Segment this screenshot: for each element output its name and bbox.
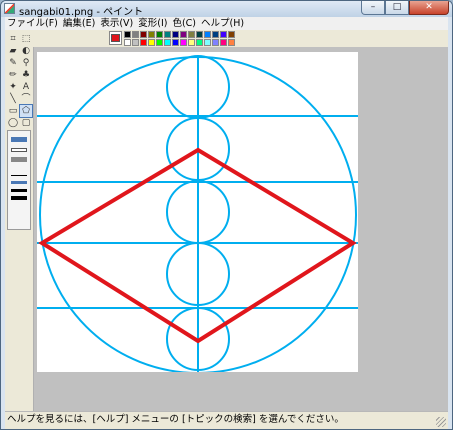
palette-swatch[interactable] [156,31,163,38]
status-bar: ヘルプを見るには、[ヘルプ] メニューの [トピックの検索] を選んでください。 [5,411,448,429]
tool-options-panel[interactable] [7,130,31,230]
palette-swatch[interactable] [196,31,203,38]
menu-file[interactable]: ファイル(F) [5,17,61,30]
window-title: sangabi01.png - ペイント [19,7,144,18]
title-bar[interactable]: sangabi01.png - ペイント – □ ✕ [1,1,452,18]
palette-swatch[interactable] [196,39,203,46]
palette-swatch[interactable] [188,31,195,38]
menu-colors[interactable]: 色(C) [170,17,199,30]
palette-swatch[interactable] [212,31,219,38]
line-width-option-2[interactable] [11,148,27,152]
resize-grip-icon[interactable] [436,417,446,427]
palette-swatch[interactable] [124,39,131,46]
menu-bar: ファイル(F) 編集(E) 表示(V) 変形(I) 色(C) ヘルプ(H) [5,17,448,30]
paint-app-icon [4,3,15,14]
palette-swatch[interactable] [172,31,179,38]
canvas-drawing [37,55,358,374]
rect-select-icon[interactable]: ⬚ [20,33,32,45]
fill-icon[interactable]: ◐ [20,45,32,57]
palette-swatch[interactable] [156,39,163,46]
magnifier-icon[interactable]: ⚲ [20,57,32,69]
palette-swatch[interactable] [220,39,227,46]
line-width-option-6[interactable] [11,189,27,192]
brush-icon[interactable]: ♣ [20,69,32,81]
palette-swatch[interactable] [148,31,155,38]
palette-swatch[interactable] [180,39,187,46]
toolbox: ⌗ ⬚ ▰ ◐ ✎ ⚲ ✏ ♣ ✦ A ╲ ⌒ ▭ ⬠ ◯ ▢ [5,30,34,411]
caption-buttons: – □ ✕ [361,1,449,16]
palette-swatch[interactable] [212,39,219,46]
palette-swatch[interactable] [140,39,147,46]
color-palette [33,30,448,47]
text-icon[interactable]: A [20,81,32,93]
palette-swatch[interactable] [172,39,179,46]
polygon-icon[interactable]: ⬠ [19,104,33,118]
palette-swatch[interactable] [204,39,211,46]
palette-swatch[interactable] [148,39,155,46]
status-text: ヘルプを見るには、[ヘルプ] メニューの [トピックの検索] を選んでください。 [7,414,344,425]
palette-swatch[interactable] [164,31,171,38]
color-picker-icon[interactable]: ✎ [7,57,19,69]
drawing-canvas[interactable] [37,52,358,374]
palette-swatch[interactable] [228,39,235,46]
line-width-option-7[interactable] [11,196,27,200]
palette-swatch[interactable] [140,31,147,38]
rectangle-icon[interactable]: ▭ [7,105,19,117]
ellipse-icon[interactable]: ◯ [7,117,19,129]
palette-swatch[interactable] [164,39,171,46]
curve-icon[interactable]: ⌒ [20,93,32,105]
menu-image[interactable]: 変形(I) [136,17,170,30]
palette-swatch[interactable] [220,31,227,38]
line-width-option-4[interactable] [11,175,27,176]
palette-swatch[interactable] [228,31,235,38]
airbrush-icon[interactable]: ✦ [7,81,19,93]
close-button[interactable]: ✕ [409,1,449,15]
foreground-color-swatch[interactable] [111,34,120,42]
minimize-button[interactable]: – [361,1,385,15]
maximize-button[interactable]: □ [385,1,409,15]
free-select-icon[interactable]: ⌗ [7,33,19,45]
line-icon[interactable]: ╲ [7,93,19,105]
palette-swatch[interactable] [180,31,187,38]
menu-edit[interactable]: 編集(E) [61,17,98,30]
palette-swatch[interactable] [204,31,211,38]
palette-swatch[interactable] [124,31,131,38]
line-width-option-1[interactable] [11,137,27,142]
palette-swatch[interactable] [132,31,139,38]
palette-swatch[interactable] [188,39,195,46]
client-area: ⌗ ⬚ ▰ ◐ ✎ ⚲ ✏ ♣ ✦ A ╲ ⌒ ▭ ⬠ ◯ ▢ [5,30,448,411]
current-colors[interactable] [109,31,122,45]
line-width-option-5[interactable] [11,181,27,184]
pencil-icon[interactable]: ✏ [7,69,19,81]
palette-swatch[interactable] [132,39,139,46]
menu-help[interactable]: ヘルプ(H) [199,17,247,30]
paint-window: sangabi01.png - ペイント – □ ✕ ファイル(F) 編集(E)… [0,0,453,430]
menu-view[interactable]: 表示(V) [98,17,136,30]
line-width-option-3[interactable] [11,157,27,162]
rounded-rect-icon[interactable]: ▢ [20,117,32,129]
eraser-icon[interactable]: ▰ [7,45,19,57]
